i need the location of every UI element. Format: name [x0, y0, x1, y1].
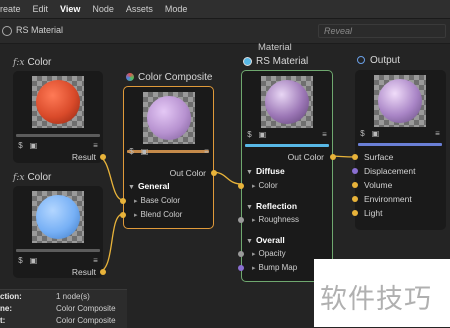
output-title: Output — [357, 55, 400, 66]
roughness-label: ▸ Roughness — [252, 215, 299, 224]
composite-icon — [126, 73, 134, 81]
material-out-color-label: Out Color — [287, 152, 324, 162]
script-icon[interactable]: $ — [16, 141, 25, 150]
bump-map-port[interactable] — [238, 265, 244, 271]
output-node[interactable]: Output $ ▣ ≡ Surface Displacement Volume… — [352, 55, 446, 230]
rs-material-title: RS Material — [243, 56, 308, 67]
light-label: Light — [364, 208, 383, 218]
color-node-2-title: f:x Color — [13, 172, 52, 183]
light-port[interactable] — [352, 210, 358, 216]
output-icon — [357, 56, 365, 64]
color-2-result-label: Result — [71, 267, 96, 277]
material-sphere-icon — [243, 57, 252, 66]
menu-icon[interactable]: ≡ — [320, 130, 329, 139]
material-bar — [245, 144, 329, 147]
function-icon: f:x — [13, 58, 25, 68]
info-value: 1 node(s) — [56, 292, 90, 301]
color-bar-1 — [16, 134, 100, 137]
info-key: ction: — [0, 292, 22, 301]
image-icon[interactable]: ▣ — [29, 141, 38, 150]
color-node-1[interactable]: f:x Color $ ▣ ≡ Result — [13, 57, 106, 163]
composite-group-general[interactable]: ▼ General — [128, 181, 170, 191]
output-bar — [358, 143, 442, 146]
environment-port[interactable] — [352, 196, 358, 202]
watermark-text: 软件技巧 — [320, 284, 432, 315]
composite-out-port[interactable] — [211, 170, 217, 176]
color-2-result-port[interactable] — [100, 269, 106, 275]
color-1-result-label: Result — [71, 152, 96, 162]
menu-icon[interactable]: ≡ — [91, 256, 100, 265]
surface-label: Surface — [364, 152, 394, 162]
material-group-diffuse[interactable]: ▼ Diffuse — [246, 166, 285, 176]
watermark: 软件技巧 — [314, 259, 450, 327]
image-icon[interactable]: ▣ — [140, 147, 149, 156]
material-group-reflection[interactable]: ▼ Reflection — [246, 201, 297, 211]
script-icon[interactable]: $ — [358, 129, 367, 138]
composite-out-color-label: Out Color — [169, 168, 206, 178]
volume-port[interactable] — [352, 182, 358, 188]
diffuse-color-port[interactable] — [238, 183, 244, 189]
base-color-label: ▸ Base Color — [134, 196, 181, 205]
image-icon[interactable]: ▣ — [258, 130, 267, 139]
diffuse-color-label: ▸ Color — [252, 181, 278, 190]
color-preview-1 — [32, 76, 84, 128]
material-group-overall[interactable]: ▼ Overall — [246, 235, 285, 245]
opacity-label: ▸ Opacity — [252, 249, 286, 258]
opacity-port[interactable] — [238, 251, 244, 257]
displacement-label: Displacement — [364, 166, 416, 176]
image-icon[interactable]: ▣ — [371, 129, 380, 138]
image-icon[interactable]: ▣ — [29, 256, 38, 265]
blend-color-port[interactable] — [120, 212, 126, 218]
rs-material-node[interactable]: RS Material $ ▣ ≡ Out Color ▼ Diffuse ▸ Co… — [238, 56, 336, 282]
selection-info-panel: ction: 1 node(s) ne: Color Composite t: … — [0, 289, 127, 328]
output-preview — [374, 75, 426, 127]
color-composite-node[interactable]: Color Composite $ ▣ ≡ Out Color ▼ General… — [120, 72, 217, 229]
menu-icon[interactable]: ≡ — [433, 129, 442, 138]
material-header: Material — [258, 42, 292, 53]
info-key: t: — [0, 316, 6, 325]
bump-map-label: ▸ Bump Map — [252, 263, 298, 272]
color-node-2[interactable]: f:x Color $ ▣ ≡ Result — [13, 172, 106, 278]
color-1-result-port[interactable] — [100, 154, 106, 160]
script-icon[interactable]: $ — [245, 130, 254, 139]
base-color-port[interactable] — [120, 198, 126, 204]
script-icon[interactable]: $ — [127, 147, 136, 156]
environment-label: Environment — [364, 194, 412, 204]
menu-icon[interactable]: ≡ — [91, 141, 100, 150]
info-value: Color Composite — [56, 304, 116, 313]
script-icon[interactable]: $ — [16, 256, 25, 265]
roughness-port[interactable] — [238, 217, 244, 223]
function-icon: f:x — [13, 173, 25, 183]
blend-color-label: ▸ Blend Color — [134, 210, 183, 219]
color-node-1-title: f:x Color — [13, 57, 52, 68]
info-value: Color Composite — [56, 316, 116, 325]
displacement-port[interactable] — [352, 168, 358, 174]
material-out-port[interactable] — [330, 154, 336, 160]
surface-port[interactable] — [352, 154, 358, 160]
color-bar-2 — [16, 249, 100, 252]
menu-icon[interactable]: ≡ — [202, 147, 211, 156]
composite-preview — [143, 92, 195, 144]
info-key: ne: — [0, 304, 12, 313]
material-preview — [261, 76, 313, 128]
color-composite-title: Color Composite — [126, 72, 212, 83]
color-preview-2 — [32, 191, 84, 243]
volume-label: Volume — [364, 180, 393, 190]
